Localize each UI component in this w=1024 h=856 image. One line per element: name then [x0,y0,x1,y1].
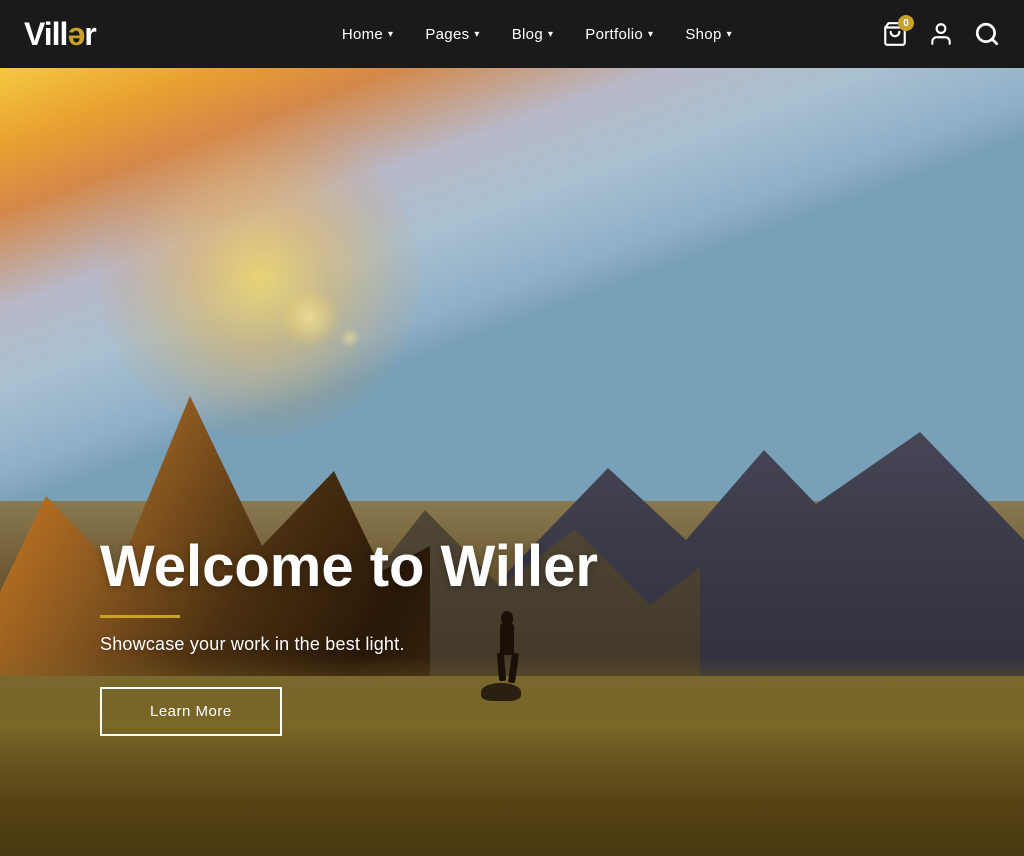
chevron-down-icon: ▾ [388,29,393,40]
hero-section: Welcome to Willer Showcase your work in … [0,68,1024,856]
chevron-down-icon: ▾ [727,29,732,40]
hero-divider [100,615,180,618]
nav-item-portfolio[interactable]: Portfolio ▾ [571,18,667,51]
nav-label-portfolio: Portfolio [585,26,643,43]
lens-flare-small [340,328,360,348]
logo-text-end: r [84,16,95,52]
nav-item-pages[interactable]: Pages ▾ [411,18,493,51]
nav-link-blog[interactable]: Blog ▾ [498,18,568,51]
cart-badge: 0 [898,15,914,31]
user-account-button[interactable] [928,21,954,47]
hero-content: Welcome to Willer Showcase your work in … [100,535,598,736]
site-logo[interactable]: Villər [24,16,96,53]
sun-glow [100,118,420,438]
chevron-down-icon: ▾ [548,29,553,40]
nav-label-pages: Pages [425,26,469,43]
nav-link-pages[interactable]: Pages ▾ [411,18,493,51]
nav-label-home: Home [342,26,383,43]
nav-link-home[interactable]: Home ▾ [328,18,408,51]
lens-flare [280,288,340,348]
hero-title: Welcome to Willer [100,535,598,599]
navbar-icons: 0 [882,21,1000,47]
nav-label-shop: Shop [685,26,721,43]
nav-link-shop[interactable]: Shop ▾ [671,18,746,51]
hero-subtitle: Showcase your work in the best light. [100,634,598,655]
nav-label-blog: Blog [512,26,543,43]
chevron-down-icon: ▾ [474,29,479,40]
nav-item-blog[interactable]: Blog ▾ [498,18,568,51]
nav-link-portfolio[interactable]: Portfolio ▾ [571,18,667,51]
learn-more-button[interactable]: Learn More [100,687,282,736]
logo-text: Villər [24,16,96,53]
chevron-down-icon: ▾ [648,29,653,40]
search-icon [974,21,1000,47]
cart-button[interactable]: 0 [882,21,908,47]
nav-menu: Home ▾ Pages ▾ Blog ▾ Portfolio ▾ Shop [328,18,746,51]
logo-text-start: Vill [24,16,67,52]
logo-highlight: ə [67,16,84,52]
search-button[interactable] [974,21,1000,47]
navbar: Villər Home ▾ Pages ▾ Blog ▾ Portfolio ▾ [0,0,1024,68]
user-icon [928,21,954,47]
nav-item-shop[interactable]: Shop ▾ [671,18,746,51]
nav-item-home[interactable]: Home ▾ [328,18,408,51]
